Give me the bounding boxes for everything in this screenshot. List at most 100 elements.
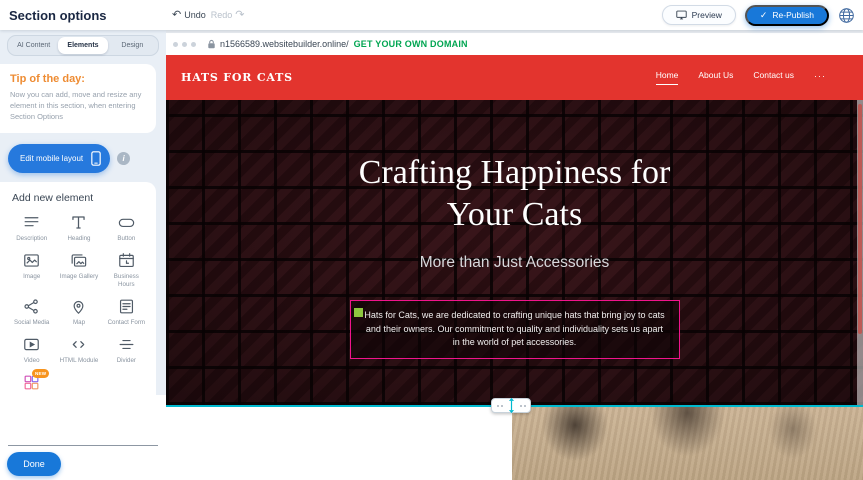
element-button[interactable]: Button (103, 213, 150, 243)
tip-of-the-day-card: Tip of the day: Now you can add, move an… (0, 64, 156, 133)
element-heading[interactable]: Heading (55, 213, 102, 243)
get-domain-link[interactable]: GET YOUR OWN DOMAIN (354, 39, 468, 49)
heading-icon (69, 213, 88, 232)
element-label: Divider (117, 357, 136, 365)
tab-design[interactable]: Design (108, 37, 157, 54)
site-logo[interactable]: HATS FOR CATS (181, 71, 293, 84)
tab-ai-content[interactable]: AI Content (9, 37, 58, 54)
text-element-handle[interactable] (354, 308, 363, 317)
tab-elements[interactable]: Elements (58, 37, 107, 54)
element-description[interactable]: Description (8, 213, 55, 243)
browser-dot (173, 42, 178, 47)
element-label: Video (24, 357, 40, 365)
redo-button[interactable]: Redo ↷ (211, 10, 245, 21)
republish-label: Re-Publish (772, 10, 814, 20)
element-social-media[interactable]: Social Media (8, 297, 55, 327)
text-lines-icon (22, 213, 41, 232)
browser-dot (182, 42, 187, 47)
scrollbar-thumb[interactable] (858, 104, 862, 334)
redo-label: Redo (211, 10, 233, 20)
element-contact-form[interactable]: Contact Form (103, 297, 150, 327)
republish-button[interactable]: ✓ Re-Publish (745, 5, 829, 26)
nav-more-icon[interactable]: ··· (814, 71, 826, 85)
topbar: Section options ↶ Undo Redo ↷ Preview ✓ … (0, 0, 863, 30)
element-business-hours[interactable]: Business Hours (103, 251, 150, 289)
section-resize-handle[interactable] (491, 398, 531, 413)
code-icon (69, 335, 88, 354)
browser-chrome-bar: n1566589.websitebuilder.online/ GET YOUR… (166, 33, 863, 55)
calendar-icon (117, 251, 136, 270)
app-window: Section options ↶ Undo Redo ↷ Preview ✓ … (0, 0, 863, 480)
browser-dot (191, 42, 196, 47)
topbar-actions: Preview ✓ Re-Publish (662, 5, 855, 26)
footer-divider (8, 445, 158, 446)
element-map[interactable]: Map (55, 297, 102, 327)
element-label: Image (23, 273, 40, 281)
preview-button[interactable]: Preview (662, 5, 736, 25)
element-label: Heading (67, 235, 90, 243)
sidebar-footer: Done (0, 395, 166, 480)
element-label: Map (73, 319, 85, 327)
handle-dots (497, 405, 503, 407)
nav-about-us[interactable]: About Us (698, 70, 733, 85)
new-badge: NEW (32, 369, 49, 378)
site-nav: Home About Us Contact us ··· (656, 70, 826, 85)
hero-subtitle[interactable]: More than Just Accessories (166, 254, 863, 272)
tip-body: Now you can add, move and resize any ele… (10, 90, 144, 123)
history-controls: ↶ Undo Redo ↷ (172, 0, 244, 30)
done-button[interactable]: Done (7, 452, 61, 476)
video-play-icon (22, 335, 41, 354)
nav-home[interactable]: Home (656, 70, 679, 85)
undo-icon: ↶ (172, 10, 181, 21)
nav-contact-us[interactable]: Contact us (753, 70, 794, 85)
sidebar: AI Content Elements Design Tip of the da… (0, 30, 166, 480)
site-header: HATS FOR CATS Home About Us Contact us ·… (166, 55, 863, 100)
hero-paragraph: Hats for Cats, we are dedicated to craft… (364, 310, 664, 347)
edit-mobile-layout-button[interactable]: Edit mobile layout (8, 144, 110, 173)
lock-icon (207, 39, 216, 49)
map-pin-icon (69, 297, 88, 316)
undo-button[interactable]: ↶ Undo (172, 10, 206, 21)
resize-vertical-icon (507, 397, 516, 414)
element-label: Contact Form (108, 319, 145, 327)
info-icon[interactable]: i (117, 152, 130, 165)
share-icon (22, 297, 41, 316)
sidebar-tabs: AI Content Elements Design (7, 35, 159, 56)
image-gallery-icon (69, 251, 88, 270)
element-image[interactable]: Image (8, 251, 55, 289)
element-html-module[interactable]: HTML Module (55, 335, 102, 365)
hero-title[interactable]: Crafting Happiness for Your Cats (166, 100, 863, 236)
site-url: n1566589.websitebuilder.online/ (220, 39, 349, 49)
tip-title: Tip of the day: (10, 73, 144, 85)
element-label: Button (117, 235, 135, 243)
preview-label: Preview (692, 10, 722, 20)
hero-title-line1: Crafting Happiness for (166, 152, 863, 194)
hero-section[interactable]: Crafting Happiness for Your Cats More th… (166, 100, 863, 405)
divider-lines-icon (117, 335, 136, 354)
redo-icon: ↷ (235, 10, 244, 21)
site-preview: HATS FOR CATS Home About Us Contact us ·… (166, 55, 863, 405)
phone-icon (91, 151, 101, 166)
next-section-image[interactable] (512, 407, 863, 480)
selected-text-element[interactable]: Hats for Cats, we are dedicated to craft… (350, 300, 680, 359)
element-label: Social Media (14, 319, 49, 327)
preview-scrollbar[interactable] (857, 100, 863, 405)
undo-label: Undo (184, 10, 206, 20)
handle-dots (520, 405, 526, 407)
element-video[interactable]: Video (8, 335, 55, 365)
page-title: Section options (9, 8, 107, 23)
check-icon: ✓ (760, 10, 768, 21)
form-icon (117, 297, 136, 316)
element-grid: Description Heading Button Image Image G… (8, 213, 150, 411)
monitor-icon (676, 10, 687, 20)
image-icon (22, 251, 41, 270)
workspace: n1566589.websitebuilder.online/ GET YOUR… (166, 30, 863, 480)
next-section-area (166, 407, 863, 480)
element-label: Description (16, 235, 47, 243)
button-icon (117, 213, 136, 232)
element-divider[interactable]: Divider (103, 335, 150, 365)
hero-title-line2: Your Cats (166, 194, 863, 236)
element-image-gallery[interactable]: Image Gallery (55, 251, 102, 289)
globe-language-icon[interactable] (838, 7, 855, 24)
mobile-layout-row: Edit mobile layout i (8, 144, 166, 173)
